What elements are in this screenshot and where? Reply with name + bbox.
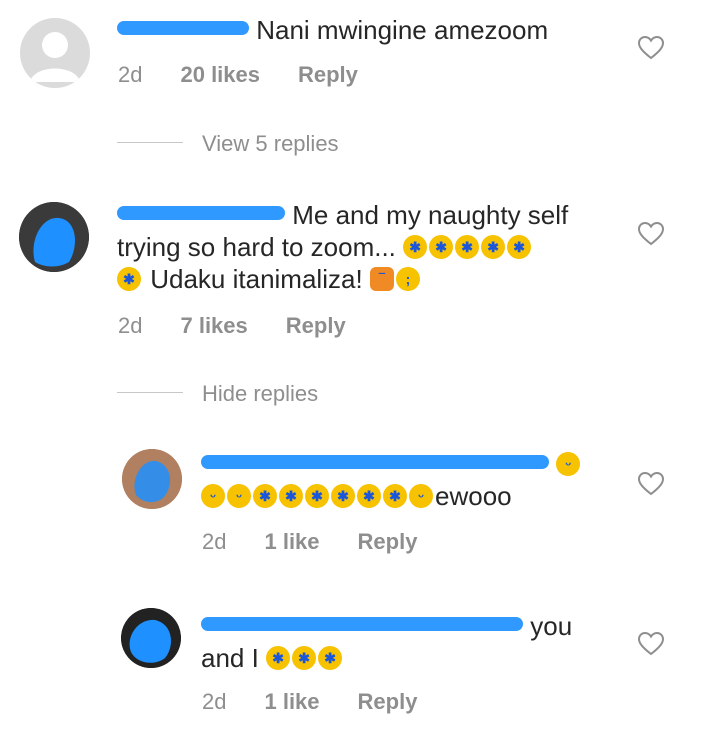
rolling-on-floor-laughing-emoji: ✱ bbox=[266, 646, 291, 671]
hide-replies-button[interactable]: Hide replies bbox=[202, 381, 318, 407]
winking-tongue-emoji: ; bbox=[395, 267, 420, 292]
grinning-squinting-emoji: ᵕ bbox=[201, 484, 225, 509]
redacted-username-and-mention bbox=[201, 617, 523, 632]
avatar[interactable] bbox=[121, 608, 181, 668]
rolling-on-floor-laughing-emoji: ✱ bbox=[279, 484, 303, 509]
reply-1-tail: ewooo bbox=[435, 481, 512, 511]
comment-2-meta: 2d 7 likes Reply bbox=[118, 313, 346, 339]
reply-button[interactable]: Reply bbox=[358, 529, 418, 554]
rolling-on-floor-laughing-emoji: ✱ bbox=[318, 646, 343, 671]
rolling-on-floor-laughing-emoji: ✱ bbox=[117, 267, 141, 292]
comment-1-body: Nani mwingine amezoom bbox=[256, 15, 549, 45]
rolling-on-floor-laughing-emoji: ✱ bbox=[253, 484, 277, 509]
replies-divider bbox=[117, 142, 183, 143]
heart-outline-icon[interactable] bbox=[638, 222, 664, 246]
grinning-squinting-emoji: ᵕ bbox=[556, 452, 581, 477]
avatar-default[interactable] bbox=[20, 18, 90, 88]
replies-divider bbox=[117, 392, 183, 393]
reply-2-text: you and I ✱ ✱ ✱ bbox=[201, 610, 572, 674]
rolling-on-floor-laughing-emoji: ✱ bbox=[481, 235, 506, 260]
rolling-on-floor-laughing-emoji: ✱ bbox=[455, 235, 480, 260]
hand-over-mouth-emoji: ᵕ bbox=[409, 484, 433, 509]
comment-time: 2d bbox=[118, 62, 143, 87]
rolling-on-floor-laughing-emoji: ✱ bbox=[357, 484, 381, 509]
reply-button[interactable]: Reply bbox=[286, 313, 346, 338]
reply-1-meta: 2d 1 like Reply bbox=[202, 529, 417, 555]
reply-2-line1-tail: you bbox=[530, 611, 573, 641]
likes-count[interactable]: 20 likes bbox=[180, 62, 260, 87]
comment-time: 2d bbox=[202, 529, 227, 554]
comment-2-line2: trying so hard to zoom... bbox=[117, 232, 396, 262]
reply-1-text: ᵕ ᵕ ᵕ ✱ ✱ ✱ ✱ ✱ ✱ ᵕ ewooo bbox=[201, 448, 582, 512]
rolling-on-floor-laughing-emoji: ✱ bbox=[305, 484, 329, 509]
comment-time: 2d bbox=[202, 689, 227, 714]
rolling-on-floor-laughing-emoji: ✱ bbox=[292, 646, 317, 671]
reply-2-meta: 2d 1 like Reply bbox=[202, 689, 417, 715]
comment-1-meta: 2d 20 likes Reply bbox=[118, 62, 358, 88]
heart-outline-icon[interactable] bbox=[638, 36, 664, 60]
avatar[interactable] bbox=[122, 449, 182, 509]
likes-count[interactable]: 1 like bbox=[264, 529, 319, 554]
comment-2-text: Me and my naughty self trying so hard to… bbox=[117, 199, 568, 295]
redacted-username bbox=[117, 206, 285, 221]
rolling-on-floor-laughing-emoji: ✱ bbox=[383, 484, 407, 509]
rolling-on-floor-laughing-emoji: ✱ bbox=[403, 235, 428, 260]
avatar[interactable] bbox=[19, 202, 89, 272]
reply-2-line2: and I bbox=[201, 643, 259, 673]
user-placeholder-icon bbox=[30, 32, 80, 82]
comment-time: 2d bbox=[118, 313, 143, 338]
comment-2-line3: Udaku itanimaliza! bbox=[150, 264, 363, 294]
person-shrugging-emoji: ‾ bbox=[369, 267, 394, 292]
redacted-username-and-mention bbox=[201, 455, 549, 470]
likes-count[interactable]: 1 like bbox=[264, 689, 319, 714]
profile-photo-icon bbox=[19, 202, 89, 272]
comment-2-line1: Me and my naughty self bbox=[292, 200, 569, 230]
comment-1-text: Nani mwingine amezoom bbox=[117, 14, 548, 46]
profile-photo-icon bbox=[121, 608, 181, 668]
reply-button[interactable]: Reply bbox=[358, 689, 418, 714]
rolling-on-floor-laughing-emoji: ✱ bbox=[331, 484, 355, 509]
rolling-on-floor-laughing-emoji: ✱ bbox=[429, 235, 454, 260]
view-replies-button[interactable]: View 5 replies bbox=[202, 131, 339, 157]
likes-count[interactable]: 7 likes bbox=[180, 313, 247, 338]
heart-outline-icon[interactable] bbox=[638, 632, 664, 656]
redacted-username bbox=[117, 21, 249, 36]
rolling-on-floor-laughing-emoji: ✱ bbox=[507, 235, 532, 260]
reply-button[interactable]: Reply bbox=[298, 62, 358, 87]
heart-outline-icon[interactable] bbox=[638, 472, 664, 496]
grinning-squinting-emoji: ᵕ bbox=[227, 484, 251, 509]
profile-photo-icon bbox=[122, 449, 182, 509]
